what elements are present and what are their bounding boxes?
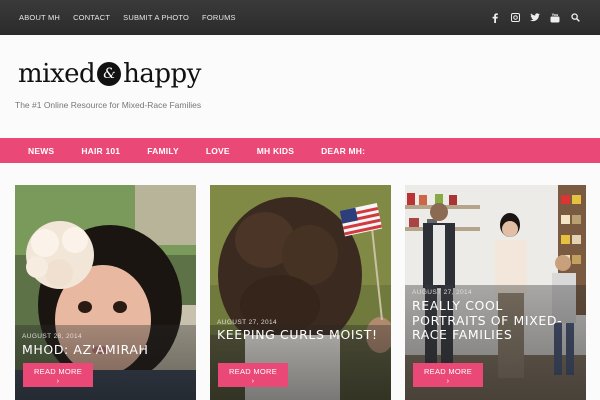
nav-mh-kids[interactable]: MH KIDS — [257, 146, 294, 156]
post-card[interactable]: AUGUST 27, 2014 KEEPING CURLS MOIST! REA… — [210, 185, 391, 400]
svg-text:You: You — [551, 13, 558, 17]
top-nav-submit-photo[interactable]: SUBMIT A PHOTO — [123, 13, 189, 22]
main-nav: NEWS HAIR 101 FAMILY LOVE MH KIDS DEAR M… — [0, 138, 600, 163]
read-more-button[interactable]: READ MORE › — [23, 363, 93, 387]
top-nav: ABOUT MH CONTACT SUBMIT A PHOTO FORUMS — [19, 13, 249, 22]
site-logo[interactable]: mixed & happy — [18, 51, 201, 97]
post-date: AUGUST 27, 2014 — [217, 319, 278, 326]
read-more-label: READ MORE — [423, 367, 473, 376]
top-nav-about[interactable]: ABOUT MH — [19, 13, 60, 22]
logo-word-happy: happy — [123, 59, 201, 89]
facebook-icon[interactable] — [490, 12, 500, 23]
nav-news[interactable]: NEWS — [28, 146, 54, 156]
post-title[interactable]: REALLY COOL PORTRAITS OF MIXED-RACE FAMI… — [412, 298, 580, 343]
top-bar: ABOUT MH CONTACT SUBMIT A PHOTO FORUMS Y… — [0, 0, 600, 35]
post-title[interactable]: KEEPING CURLS MOIST! — [217, 327, 385, 343]
nav-dear-mh[interactable]: DEAR MH: — [321, 146, 365, 156]
chevron-right-icon: › — [251, 376, 255, 385]
read-more-button[interactable]: READ MORE › — [218, 363, 288, 387]
top-nav-forums[interactable]: FORUMS — [202, 13, 236, 22]
nav-family[interactable]: FAMILY — [147, 146, 179, 156]
read-more-label: READ MORE — [228, 367, 278, 376]
post-card[interactable]: AUGUST 28, 2014 MHOD: AZ'AMIRAH READ MOR… — [15, 185, 196, 400]
post-date: AUGUST 28, 2014 — [22, 333, 83, 340]
nav-hair-101[interactable]: HAIR 101 — [81, 146, 120, 156]
twitter-icon[interactable] — [530, 13, 540, 23]
post-card[interactable]: AUGUST 27, 2014 REALLY COOL PORTRAITS OF… — [405, 185, 586, 400]
site-header: mixed & happy The #1 Online Resource for… — [0, 35, 600, 138]
post-title[interactable]: MHOD: AZ'AMIRAH — [22, 342, 190, 358]
read-more-label: READ MORE — [33, 367, 83, 376]
nav-love[interactable]: LOVE — [206, 146, 230, 156]
chevron-right-icon: › — [446, 376, 450, 385]
read-more-button[interactable]: READ MORE › — [413, 363, 483, 387]
social-links: You — [490, 0, 580, 35]
site-tagline: The #1 Online Resource for Mixed-Race Fa… — [15, 100, 202, 110]
chevron-right-icon: › — [56, 376, 60, 385]
logo-word-mixed: mixed — [18, 59, 96, 89]
youtube-icon[interactable]: You — [550, 13, 560, 23]
search-icon[interactable] — [570, 13, 580, 23]
instagram-icon[interactable] — [510, 13, 520, 23]
post-date: AUGUST 27, 2014 — [412, 289, 473, 296]
logo-ampersand: & — [97, 62, 122, 86]
top-nav-contact[interactable]: CONTACT — [73, 13, 110, 22]
